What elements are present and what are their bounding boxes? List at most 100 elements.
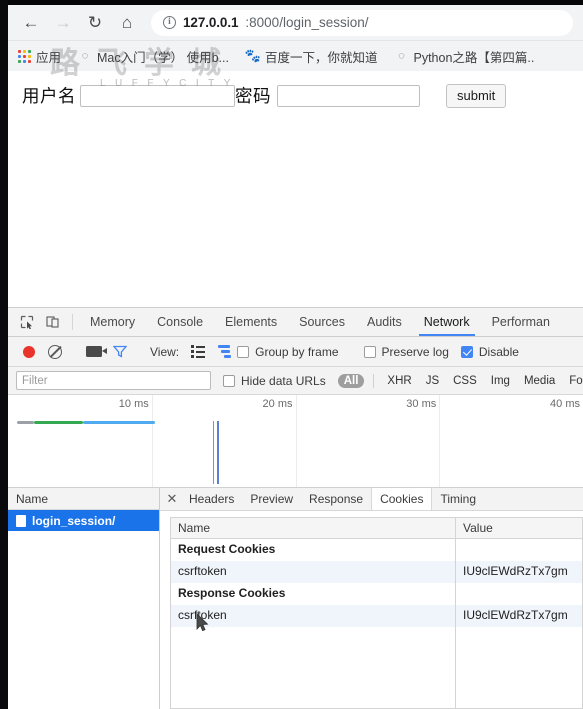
address-bar[interactable]: i 127.0.0.1 :8000/login_session/	[151, 9, 573, 36]
timeline-tick: 30 ms	[406, 395, 441, 487]
detail-tab-timing[interactable]: Timing	[432, 488, 484, 510]
cookies-table-filler	[171, 627, 583, 708]
document-icon	[16, 514, 26, 527]
detail-tab-response[interactable]: Response	[301, 488, 371, 510]
inspect-element-icon[interactable]	[14, 308, 40, 336]
tab-elements[interactable]: Elements	[214, 308, 288, 336]
timeline-tick: 10 ms	[119, 395, 153, 487]
request-row-login-session[interactable]: login_session/	[8, 510, 159, 531]
cookies-row[interactable]: csrftoken IU9clEWdRzTx7gm	[171, 605, 583, 627]
preserve-log-checkbox[interactable]	[363, 345, 376, 358]
tab-memory[interactable]: Memory	[79, 308, 146, 336]
browser-chrome: ← → ↻ ⌂ i 127.0.0.1:8000/login_session/ …	[8, 5, 583, 71]
timeline-request-segment	[33, 421, 83, 424]
back-button[interactable]: ←	[16, 8, 46, 38]
url-host: 127.0.0.1	[183, 15, 239, 30]
waterfall-view-button[interactable]	[211, 345, 237, 358]
submit-button[interactable]: submit	[446, 83, 507, 108]
filter-type-font[interactable]: Font	[563, 374, 583, 388]
password-label: 密码	[235, 86, 271, 106]
bookmark-python-road[interactable]: ◌ Python之路【第四篇..	[395, 47, 544, 66]
cookies-table: Name Value Request Cookies csrftoken IU9cl…	[170, 517, 583, 709]
network-toolbar: View: Group by frame Preserve log Disabl…	[8, 337, 583, 367]
hide-data-urls-checkbox[interactable]	[223, 374, 235, 387]
filter-type-media[interactable]: Media	[518, 374, 561, 388]
cookies-group-row[interactable]: Request Cookies	[171, 539, 583, 561]
detail-tabbar: ✕ Headers Preview Response Cookies Timin…	[160, 488, 583, 511]
close-icon[interactable]: ✕	[163, 488, 181, 510]
list-view-icon	[190, 345, 206, 358]
record-button[interactable]	[16, 345, 42, 358]
bookmark-baidu[interactable]: 🐾 百度一下，你就知道	[245, 47, 387, 66]
bookmark-apps[interactable]: 应用	[18, 47, 70, 66]
filter-type-xhr[interactable]: XHR	[381, 374, 417, 388]
cookie-value	[456, 583, 583, 605]
filter-toggle-button[interactable]	[107, 345, 133, 358]
list-view-button[interactable]	[185, 345, 211, 358]
funnel-icon	[113, 345, 127, 358]
apps-grid-icon	[18, 49, 31, 63]
password-input[interactable]	[277, 84, 420, 107]
reload-button[interactable]: ↻	[80, 8, 110, 38]
timeline-tick: 20 ms	[263, 395, 297, 487]
disable-cache-checkbox[interactable]	[460, 345, 473, 358]
detail-tab-cookies[interactable]: Cookies	[371, 488, 433, 510]
requests-pane: Name login_session/	[8, 488, 160, 709]
record-dot-icon	[23, 345, 35, 358]
filter-type-all[interactable]: All	[337, 373, 365, 388]
bookmark-icon: ◌	[398, 50, 405, 62]
navigation-bar: ← → ↻ ⌂ i 127.0.0.1 :8000/login_session/	[8, 5, 583, 40]
tab-audits[interactable]: Audits	[356, 308, 413, 336]
cookies-panel: Name Value Request Cookies csrftoken IU9cl…	[160, 511, 583, 709]
bezel-left	[0, 0, 8, 709]
cookies-col-name[interactable]: Name	[171, 518, 456, 538]
device-toolbar-icon[interactable]	[40, 308, 66, 336]
cookies-col-value[interactable]: Value	[456, 518, 583, 538]
tab-network[interactable]: Network	[413, 308, 481, 336]
cookie-name: Request Cookies	[171, 539, 456, 561]
filter-type-js[interactable]: JS	[420, 374, 445, 388]
timeline-event-line	[212, 421, 215, 484]
bookmark-label: 百度一下，你就知道	[264, 50, 378, 65]
bookmarks-bar: 应用 ◌ Mac入门（学） 使用b... 🐾 百度一下，你就知道 ◌ Pytho…	[8, 40, 583, 71]
capture-screenshots-button[interactable]	[81, 346, 107, 357]
hide-data-urls-control[interactable]: Hide data URLs	[223, 374, 326, 388]
clear-button[interactable]	[42, 344, 68, 359]
url-path: :8000/login_session/	[245, 15, 369, 30]
cookie-name: csrftoken	[171, 605, 456, 627]
username-label: 用户名	[22, 86, 76, 106]
preserve-log-control[interactable]: Preserve log	[363, 345, 449, 359]
cookie-name: Response Cookies	[171, 583, 456, 605]
detail-tab-headers[interactable]: Headers	[181, 488, 242, 510]
username-input[interactable]	[80, 84, 235, 107]
cookies-row[interactable]: csrftoken IU9clEWdRzTx7gm	[171, 561, 583, 583]
tab-sources[interactable]: Sources	[288, 308, 356, 336]
devtools-panel: Memory Console Elements Sources Audits N…	[8, 307, 583, 709]
bookmark-mac-guide[interactable]: ◌ Mac入门（学） 使用b...	[78, 47, 238, 66]
group-by-frame-label: Group by frame	[255, 344, 339, 359]
disable-cache-control[interactable]: Disable	[460, 345, 519, 359]
cookie-value: IU9clEWdRzTx7gm	[456, 605, 583, 627]
filter-input[interactable]	[16, 371, 211, 390]
request-name: login_session/	[32, 513, 116, 528]
requests-column-header[interactable]: Name	[8, 488, 159, 510]
group-by-frame-checkbox[interactable]	[237, 345, 250, 358]
request-detail-pane: ✕ Headers Preview Response Cookies Timin…	[160, 488, 583, 709]
screenshot-root: ← → ↻ ⌂ i 127.0.0.1:8000/login_session/ …	[0, 0, 583, 709]
forward-button[interactable]: →	[48, 8, 78, 38]
filter-type-css[interactable]: CSS	[447, 374, 483, 388]
detail-tab-preview[interactable]: Preview	[242, 488, 301, 510]
timeline-tick-label: 20 ms	[262, 398, 293, 410]
tab-console[interactable]: Console	[146, 308, 214, 336]
group-by-frame-control[interactable]: Group by frame	[237, 344, 339, 359]
timeline-request-segment	[82, 421, 155, 424]
filter-type-img[interactable]: Img	[485, 374, 516, 388]
cookies-group-row[interactable]: Response Cookies	[171, 583, 583, 605]
home-button[interactable]: ⌂	[112, 8, 142, 38]
tab-performance[interactable]: Performan	[481, 308, 561, 336]
site-info-icon[interactable]: i	[163, 16, 176, 29]
network-overview-timeline[interactable]: 10 ms 20 ms 30 ms 40 ms	[8, 395, 583, 488]
bookmark-label: 应用	[36, 50, 62, 65]
bookmark-label: Mac入门（学） 使用b...	[97, 50, 229, 65]
page-viewport: 用户名 密码 submit	[8, 71, 583, 307]
